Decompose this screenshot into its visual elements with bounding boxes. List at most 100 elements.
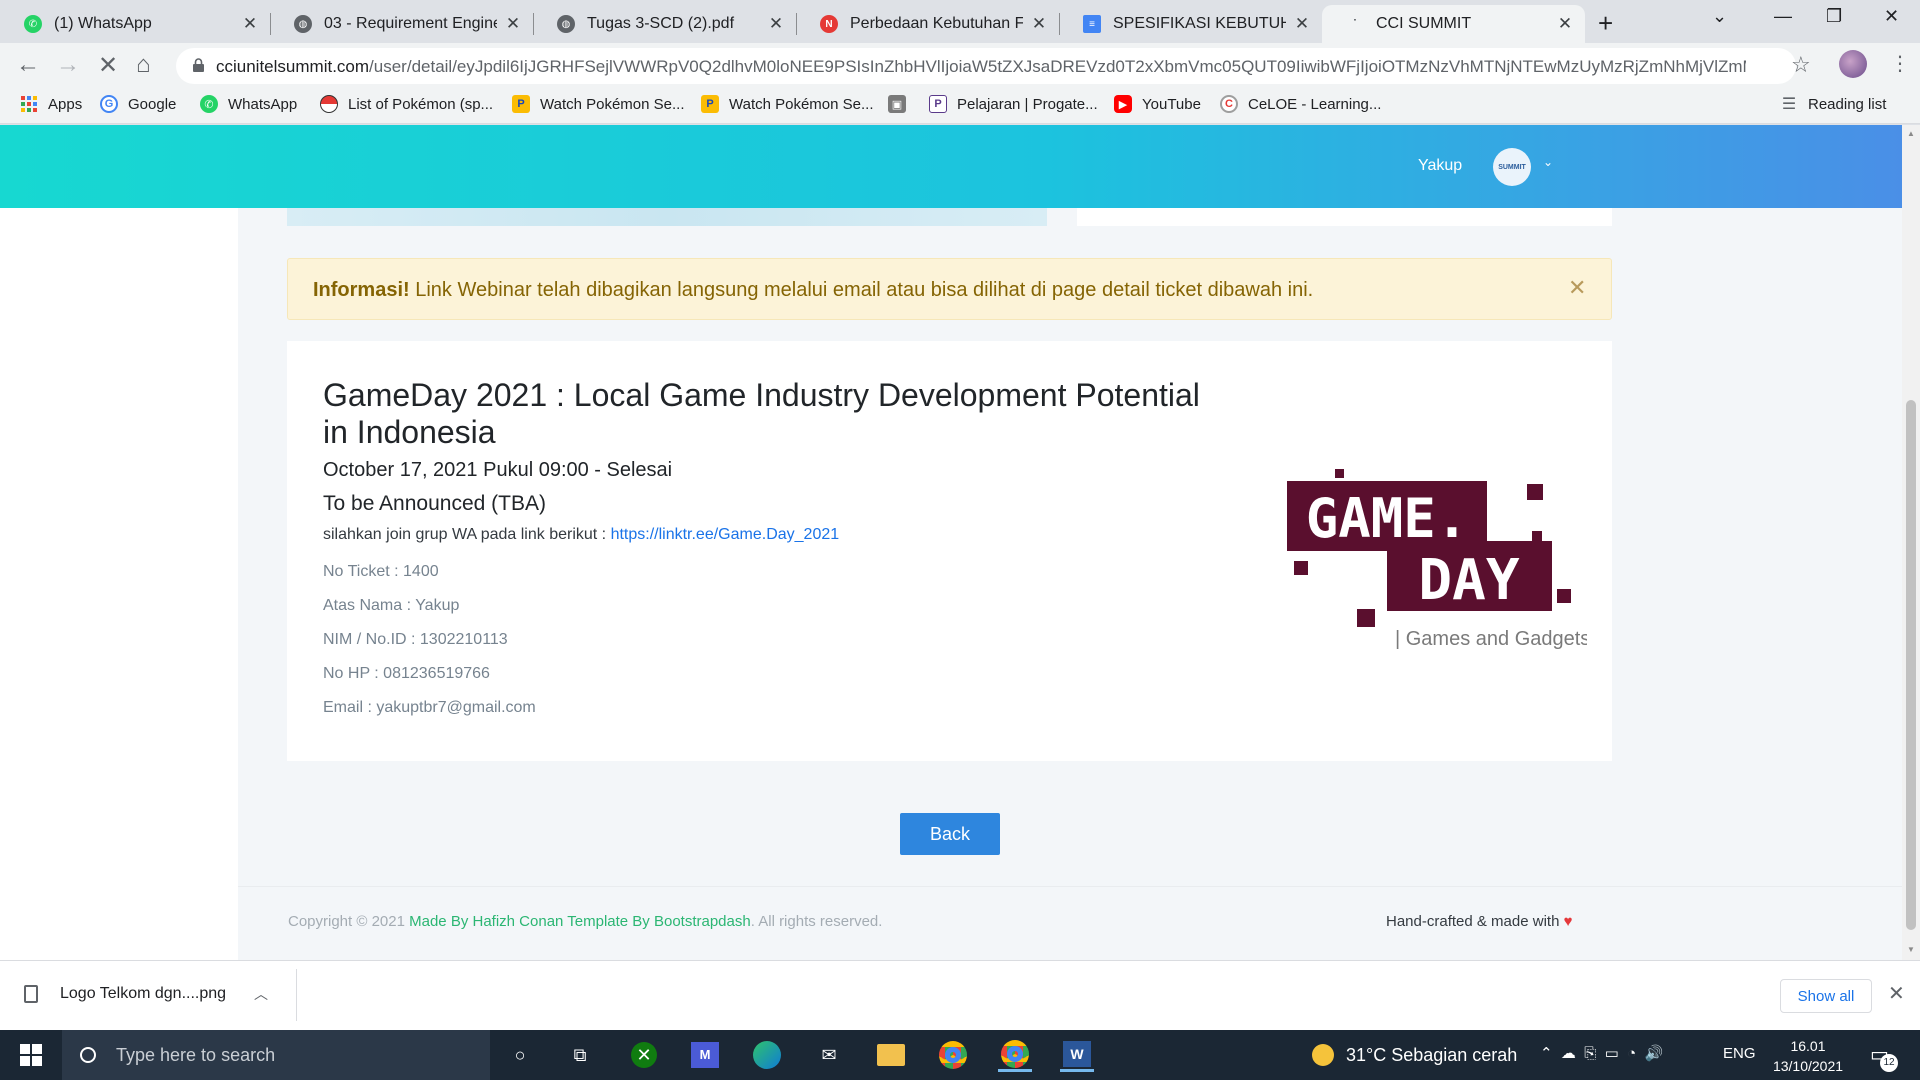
pokemon-icon: P: [701, 95, 719, 113]
windows-taskbar: Type here to search ○ ⧉ ✕ M ✉ W 31°C Seb…: [0, 1030, 1920, 1080]
footer-divider: [238, 886, 1902, 887]
download-divider: [296, 969, 297, 1021]
bookmark-list-of-pokemon[interactable]: List of Pokémon (sp...: [320, 95, 493, 113]
chrome-icon[interactable]: [936, 1038, 970, 1072]
event-venue: To be Announced (TBA): [323, 492, 546, 515]
bookmark-watch-pokemon-1[interactable]: P Watch Pokémon Se...: [512, 95, 685, 113]
edge-icon[interactable]: [750, 1038, 784, 1072]
image-icon: ▣: [888, 95, 906, 113]
new-tab-button[interactable]: +: [1598, 8, 1613, 39]
info-alert: Informasi! Link Webinar telah dibagikan …: [287, 258, 1612, 320]
cortana-icon[interactable]: ○: [503, 1038, 537, 1072]
user-avatar[interactable]: SUMMIT: [1493, 148, 1531, 186]
gameday-logo: GAME. DAY | Games and Gadgets: [1287, 469, 1587, 650]
close-tab-icon[interactable]: ✕: [1029, 14, 1049, 34]
windows-start-icon[interactable]: [20, 1044, 42, 1066]
word-icon[interactable]: W: [1060, 1038, 1094, 1072]
url-text: cciunitelsummit.com/user/detail/eyJpdil6…: [216, 57, 1746, 77]
banner-image-edge: [287, 208, 1047, 226]
globe-icon: ◍: [294, 15, 312, 33]
notification-center-icon[interactable]: ▭ 12: [1870, 1042, 1898, 1072]
restore-button[interactable]: ❐: [1826, 6, 1842, 27]
tab-tugas-pdf[interactable]: ◍ Tugas 3-SCD (2).pdf ✕: [533, 5, 796, 43]
page-scrollbar[interactable]: ▲ ▼: [1902, 125, 1920, 960]
scroll-up-icon[interactable]: ▲: [1907, 129, 1915, 138]
close-tab-icon[interactable]: ✕: [503, 14, 523, 34]
close-alert-icon[interactable]: ✕: [1568, 275, 1586, 301]
bookmark-label: Google: [128, 95, 177, 113]
close-tab-icon[interactable]: ✕: [1555, 14, 1575, 34]
bookmark-star-icon[interactable]: ☆: [1791, 52, 1811, 78]
scroll-down-icon[interactable]: ▼: [1907, 945, 1915, 954]
whatsapp-icon: ✆: [200, 95, 218, 113]
tab-whatsapp[interactable]: ✆ (1) WhatsApp ✕: [0, 5, 270, 43]
close-download-shelf-icon[interactable]: ✕: [1888, 981, 1905, 1006]
close-tab-icon[interactable]: ✕: [766, 14, 786, 34]
tab-spesifikasi-kebutuhan[interactable]: ≡ SPESIFIKASI KEBUTUHAN P ✕: [1059, 5, 1322, 43]
bookmarks-bar: Apps G Google ✆ WhatsApp List of Pokémon…: [0, 88, 1920, 124]
back-arrow-icon[interactable]: ←: [16, 51, 40, 79]
close-window-button[interactable]: ✕: [1884, 6, 1899, 27]
youtube-icon: ▶: [1114, 95, 1132, 113]
bookmark-celoe[interactable]: C CeLOE - Learning...: [1220, 95, 1381, 113]
avatar-logo-text: SUMMIT: [1498, 163, 1526, 171]
menu-dots-icon[interactable]: ⋮: [1890, 51, 1910, 76]
header-username[interactable]: Yakup: [1418, 157, 1462, 175]
tab-title: Tugas 3-SCD (2).pdf: [587, 15, 735, 32]
join-text: silahkan join grup WA pada link berikut …: [323, 526, 611, 543]
apps-grid-icon: [20, 95, 38, 113]
credits-link[interactable]: Made By Hafizh Conan Template By Bootstr…: [409, 913, 751, 930]
show-all-downloads-button[interactable]: Show all: [1780, 979, 1872, 1013]
reading-list-label: Reading list: [1808, 95, 1887, 113]
task-view-icon[interactable]: ⧉: [563, 1038, 597, 1072]
event-title: GameDay 2021 : Local Game Industry Devel…: [323, 377, 1200, 450]
browser-tab-strip: ✆ (1) WhatsApp ✕ ◍ 03 - Requirement Engi…: [0, 0, 1920, 43]
weather-widget[interactable]: 31°C Sebagian cerah: [1312, 1044, 1517, 1066]
bookmark-apps[interactable]: Apps: [20, 95, 82, 113]
scrollbar-thumb[interactable]: [1906, 400, 1916, 930]
search-icon: [80, 1047, 96, 1063]
bookmark-whatsapp[interactable]: ✆ WhatsApp: [200, 95, 297, 113]
xbox-icon[interactable]: ✕: [627, 1038, 661, 1072]
bookmark-youtube[interactable]: ▶ YouTube: [1114, 95, 1201, 113]
logo-line-day: DAY: [1418, 548, 1519, 613]
taskbar-search-box[interactable]: Type here to search: [62, 1030, 490, 1080]
clock[interactable]: 16.01 13/10/2021: [1768, 1036, 1848, 1076]
footer-handcrafted: Hand-crafted & made with ♥: [1386, 913, 1573, 930]
bookmark-progate[interactable]: P Pelajaran | Progate...: [929, 95, 1098, 113]
attendee-nim: NIM / No.ID : 1302210113: [323, 631, 508, 648]
back-button[interactable]: Back: [900, 813, 1000, 855]
forward-arrow-icon[interactable]: →: [56, 51, 80, 79]
mail-icon[interactable]: ✉: [812, 1038, 846, 1072]
chevron-down-icon[interactable]: ⌄: [1543, 155, 1553, 169]
tab-perbedaan-kebutuhan[interactable]: N Perbedaan Kebutuhan Fung ✕: [796, 5, 1059, 43]
bookmark-google[interactable]: G Google: [100, 95, 176, 113]
bookmark-watch-pokemon-2[interactable]: P Watch Pokémon Se...: [701, 95, 874, 113]
file-explorer-icon[interactable]: [874, 1038, 908, 1072]
alert-message: Informasi! Link Webinar telah dibagikan …: [313, 279, 1313, 302]
join-link[interactable]: https://linktr.ee/Game.Day_2021: [611, 526, 840, 543]
tab-title: (1) WhatsApp: [54, 15, 152, 32]
minimize-button[interactable]: —: [1774, 6, 1792, 27]
download-item[interactable]: Logo Telkom dgn....png ︿: [24, 984, 268, 1004]
bookmark-label: WhatsApp: [228, 95, 298, 113]
system-tray-icons[interactable]: ⌃ ☁ ⎘ ▭ ◔ 🔊: [1540, 1044, 1663, 1062]
chevron-up-icon[interactable]: ︿: [254, 984, 268, 1004]
chrome-icon[interactable]: [998, 1038, 1032, 1072]
language-indicator[interactable]: ENG: [1723, 1045, 1756, 1062]
progate-icon: P: [929, 95, 947, 113]
home-icon[interactable]: ⌂: [136, 51, 151, 79]
whatsapp-icon: ✆: [24, 15, 42, 33]
close-tab-icon[interactable]: ✕: [240, 14, 260, 34]
tab-requirement-engineering[interactable]: ◍ 03 - Requirement Engineeri ✕: [270, 5, 533, 43]
tab-cci-summit[interactable]: ˙ CCI SUMMIT ✕: [1322, 5, 1585, 43]
address-bar[interactable]: cciunitelsummit.com/user/detail/eyJpdil6…: [176, 48, 1796, 84]
alert-text: Link Webinar telah dibagikan langsung me…: [409, 279, 1314, 301]
reading-list[interactable]: ☰ Reading list: [1780, 95, 1887, 114]
tab-search-chevron-icon[interactable]: ⌄: [1712, 6, 1727, 27]
bookmark-image[interactable]: ▣: [888, 95, 916, 113]
app-icon[interactable]: M: [688, 1038, 722, 1072]
stop-loading-icon[interactable]: ✕: [98, 51, 118, 80]
profile-avatar[interactable]: [1839, 50, 1867, 78]
close-tab-icon[interactable]: ✕: [1292, 14, 1312, 34]
